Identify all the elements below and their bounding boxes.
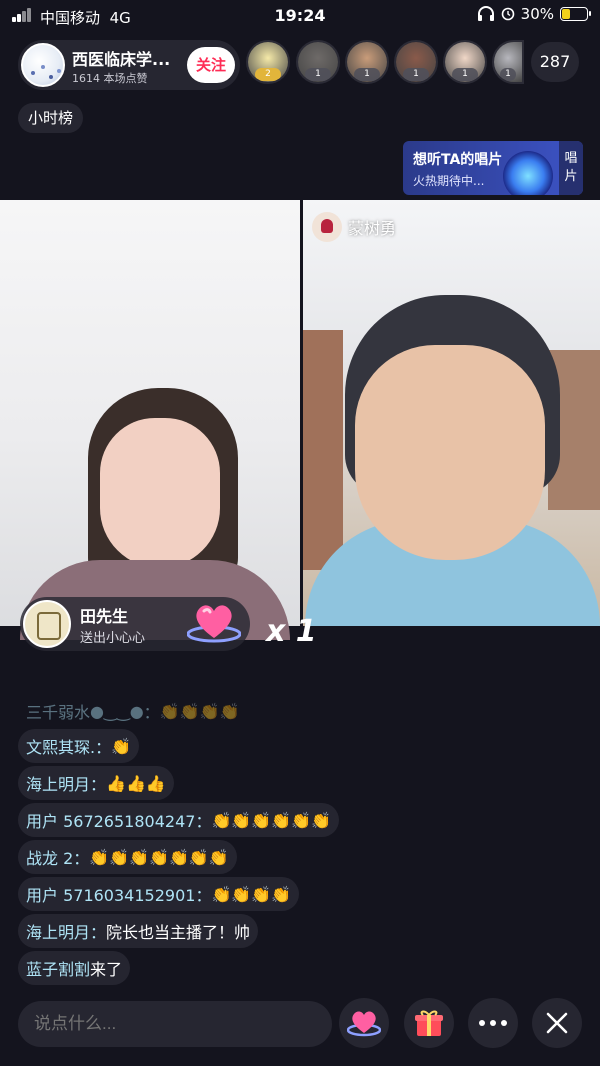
cohost-avatar (312, 212, 342, 242)
chat-text: 👏👏👏👏 (211, 884, 292, 904)
chat-text: 👏👏👏👏👏👏👏 (89, 847, 229, 867)
hourly-rank-button[interactable]: 小时榜 (18, 103, 84, 133)
chat-user-decoration: ●‿‿● (90, 701, 144, 721)
viewer-rank: 1 (452, 68, 478, 81)
viewer-avatar[interactable]: 1 (296, 40, 340, 84)
chat-message[interactable]: 用户 5716034152901： 👏👏👏👏 (18, 877, 300, 911)
host-likes: 1614 本场点赞 (72, 72, 148, 85)
viewer-count[interactable]: 287 (531, 42, 579, 82)
gift-button[interactable] (404, 998, 454, 1048)
chat-separator: ： (95, 738, 112, 757)
headphones-icon (477, 6, 494, 21)
status-bar: 中国移动 4G 19:24 30% (0, 0, 600, 34)
chat-message[interactable]: 海上明月：院长也当主播了！帅 (18, 914, 259, 948)
comment-input[interactable] (18, 1001, 332, 1047)
chat-user: 三千弱水 (26, 703, 91, 722)
chat-separator: ： (73, 849, 90, 868)
chat-user: 海上明月 (26, 775, 91, 794)
chat-text: 院长也当主播了！帅 (106, 923, 251, 942)
viewer-rank: 1 (403, 68, 429, 81)
chat-user: 文熙其琛. (26, 738, 96, 757)
vinyl-disc-icon (503, 151, 553, 195)
chat-separator: ： (195, 886, 212, 905)
host-info[interactable]: 西医临床学... 1614 本场点赞 关注 (18, 40, 240, 90)
host-avatar[interactable] (21, 43, 65, 87)
alarm-icon (501, 7, 514, 21)
chat-message[interactable]: 海上明月： 👍👍👍 (18, 766, 174, 800)
chat-separator: ： (143, 703, 160, 722)
chat-separator: ： (90, 923, 107, 942)
gift-count: x 1 (266, 614, 317, 649)
follow-button[interactable]: 关注 (187, 47, 235, 83)
host-video-face (100, 418, 220, 568)
chat-user: 蓝子割割 (26, 960, 91, 979)
send-heart-button[interactable] (339, 998, 389, 1048)
promo-tag: 唱片 (559, 141, 583, 195)
chat-message[interactable]: 三千弱水 ●‿‿●： 👏👏👏👏 (18, 694, 247, 728)
battery-icon (560, 7, 591, 21)
chat-text: 👏👏👏👏👏👏 (211, 810, 331, 830)
cohost-video-face (355, 345, 545, 560)
chat-text: 👍👍👍 (106, 773, 166, 793)
more-dots-icon (479, 1020, 507, 1026)
chat-text: 来了 (90, 960, 123, 979)
chat-separator: ： (195, 812, 212, 831)
viewer-rank: 1 (354, 68, 380, 81)
viewer-avatar[interactable]: 1 (492, 40, 524, 84)
viewer-rank: 2 (255, 68, 281, 81)
gift-sender-avatar (23, 600, 71, 648)
chat-text: 👏 (111, 736, 132, 756)
heart-gift-icon (347, 1011, 381, 1037)
chat-user: 海上明月 (26, 923, 91, 942)
chat-text: 👏👏👏👏 (159, 701, 240, 721)
viewer-avatar[interactable]: 1 (394, 40, 438, 84)
chat-user: 战龙 2 (26, 849, 74, 868)
gift-box-icon (415, 1010, 443, 1036)
status-right: 30% (477, 5, 591, 23)
battery-percent: 30% (520, 5, 554, 23)
heart-gift-icon (187, 605, 241, 643)
cohost-tag[interactable]: 蒙树勇 (312, 212, 396, 242)
gift-action: 送出小心心 (80, 631, 146, 646)
gift-sender-name: 田先生 (80, 607, 129, 626)
chat-separator: ： (90, 775, 107, 794)
chat-user: 用户 5672651804247 (26, 812, 196, 831)
promo-subtitle: 火热期待中... (413, 174, 485, 188)
close-icon (546, 1012, 568, 1034)
cohost-video-door (303, 330, 343, 570)
cohost-name: 蒙树勇 (348, 219, 397, 238)
chat-message[interactable]: 蓝子割割 来了 (18, 951, 131, 985)
chat-message[interactable]: 文熙其琛.： 👏 (18, 729, 140, 763)
viewer-rank: 1 (500, 68, 516, 81)
viewer-avatar[interactable]: 2 (246, 40, 290, 84)
host-name: 西医临床学... (72, 50, 171, 69)
viewer-avatar[interactable]: 1 (443, 40, 487, 84)
chat-message[interactable]: 战龙 2： 👏👏👏👏👏👏👏 (18, 840, 237, 874)
chat-message[interactable]: 用户 5672651804247： 👏👏👏👏👏👏 (18, 803, 339, 837)
viewer-rank: 1 (305, 68, 331, 81)
more-button[interactable] (468, 998, 518, 1048)
record-promo-banner[interactable]: 想听TA的唱片 火热期待中... 唱片 (403, 141, 583, 195)
chat-user: 用户 5716034152901 (26, 886, 196, 905)
promo-title: 想听TA的唱片 (413, 152, 503, 168)
close-button[interactable] (532, 998, 582, 1048)
viewer-avatar[interactable]: 1 (345, 40, 389, 84)
